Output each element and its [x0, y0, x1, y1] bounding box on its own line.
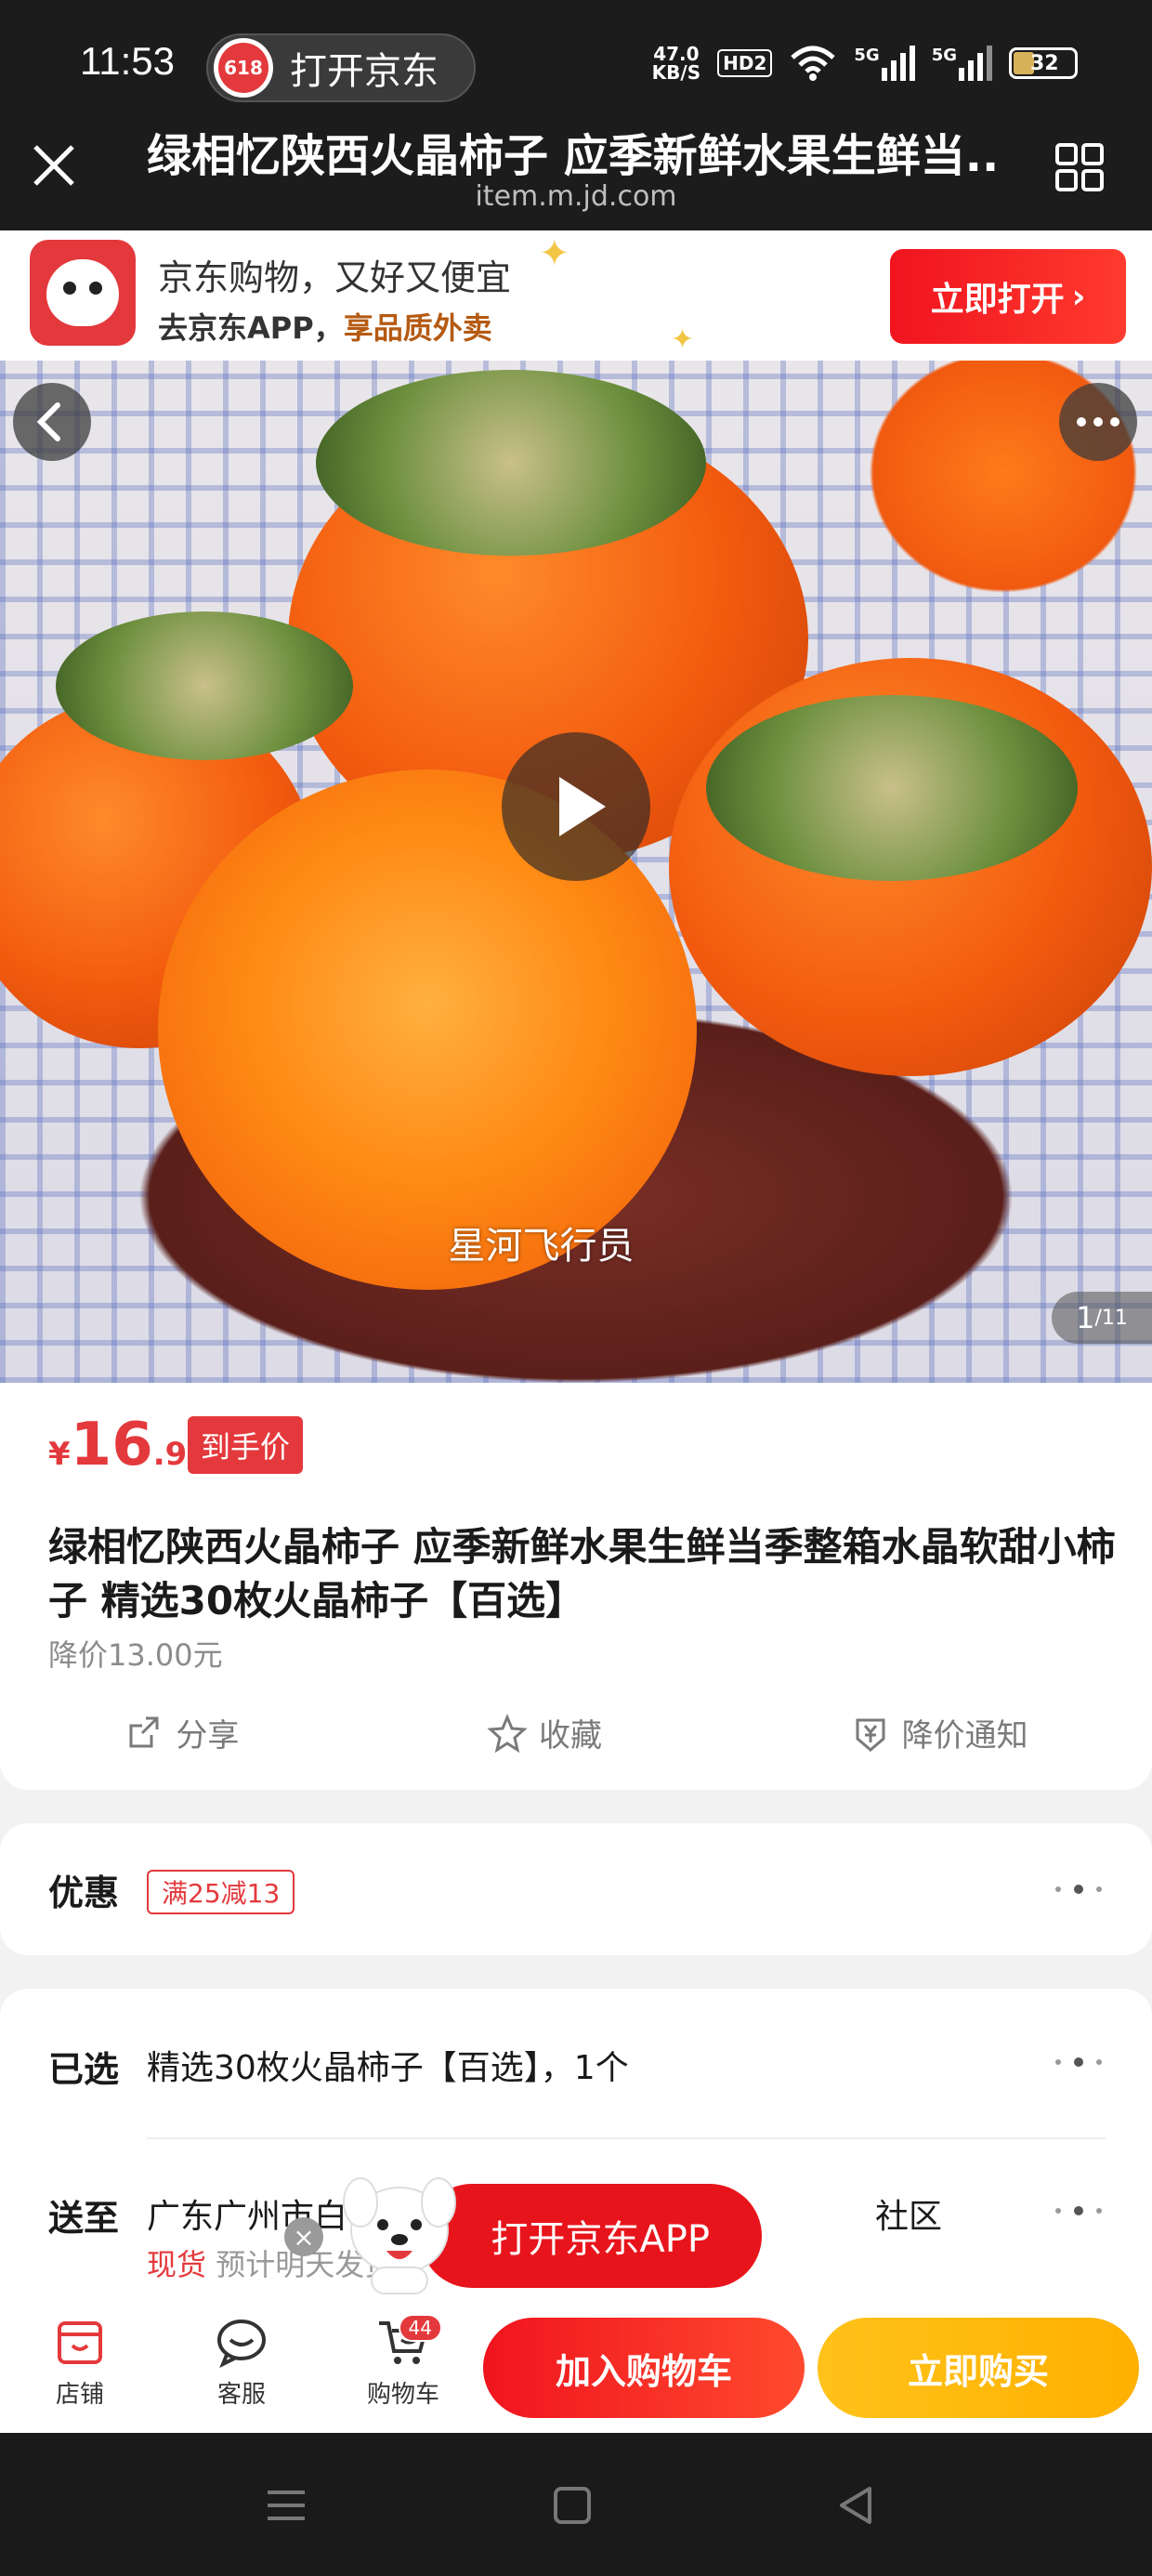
pill-logo-text: 618 [218, 43, 268, 93]
battery-level: 32 [1030, 51, 1059, 75]
status-time: 11:53 [80, 39, 175, 83]
signal-bars-icon [881, 46, 915, 81]
jd-dog-mascot-icon [343, 2177, 456, 2294]
cart-button[interactable]: 购物车 44 [347, 2314, 459, 2410]
final-price-tag: 到手价 [188, 1416, 304, 1474]
more-options-button[interactable] [1059, 383, 1137, 461]
stock-status: 现货 [147, 2247, 207, 2282]
star-icon [487, 1713, 528, 1753]
image-counter-current: 1 [1076, 1300, 1095, 1335]
product-info-card: ¥16.90 到手价 绿相忆陕西火晶柿子 应季新鲜水果生鲜当季整箱水晶软甜小柿子… [0, 1383, 1152, 1790]
browser-header: 11:53 618 打开京东 47.0 KB/S HD2 5G 5G 32 绿相忆… [0, 0, 1152, 230]
shop-icon [58, 2321, 102, 2364]
share-label: 分享 [176, 1717, 240, 1755]
product-title: 绿相忆陕西火晶柿子 应季新鲜水果生鲜当季整箱水晶软甜小柿子 精选30枚火晶柿子【… [48, 1524, 1116, 1623]
open-jd-pill-label: 打开京东 [290, 50, 439, 93]
banner-subline: 去京东APP，享品质外卖 [158, 305, 492, 348]
hd-badge: HD2 [717, 49, 773, 77]
product-image-carousel[interactable]: 星河飞行员 1/11 [0, 361, 1152, 1383]
share-button[interactable]: 分享 [124, 1710, 239, 1755]
home-icon[interactable] [548, 2481, 596, 2530]
price-alert-icon [856, 1718, 885, 1752]
product-price: ¥16.90 [48, 1411, 209, 1479]
favorite-label: 收藏 [538, 1717, 602, 1755]
price-drop-note: 降价13.00元 [48, 1637, 223, 1673]
buy-now-button[interactable]: 立即购买 [818, 2318, 1139, 2418]
jd-dog-logo-icon [30, 240, 136, 346]
signal-bars-icon [959, 46, 992, 81]
open-app-label: 立即打开 [930, 281, 1065, 319]
promotion-row[interactable]: 优惠 满25减13 [0, 1823, 1152, 1955]
back-button[interactable] [13, 383, 91, 461]
status-icons: 47.0 KB/S HD2 5G 5G 32 [652, 45, 1078, 82]
persimmon-leaf-image [706, 695, 1078, 881]
net-speed-unit: KB/S [651, 61, 701, 84]
bottom-action-bar: 店铺 客服 购物车 44 加入购物车 立即购买 [0, 2305, 1152, 2433]
sim2-label: 5G [931, 46, 957, 65]
image-counter-total: /11 [1094, 1306, 1128, 1330]
service-label: 客服 [216, 2381, 266, 2409]
close-floating-ad-button[interactable]: × [284, 2217, 323, 2256]
signal-sim1: 5G [854, 46, 915, 81]
system-nav-bar [0, 2433, 1152, 2576]
selected-spec[interactable]: 精选30枚火晶柿子【百选】，1个 [147, 2041, 629, 2089]
more-dots-icon [1055, 1885, 1102, 1894]
net-speed: 47.0 KB/S [652, 45, 700, 82]
price-integer: 16 [70, 1411, 153, 1479]
open-app-button[interactable]: 立即打开 › [890, 249, 1126, 344]
promotion-label: 优惠 [48, 1873, 120, 1913]
image-watermark: 星河飞行员 [448, 1225, 635, 1268]
shop-button[interactable]: 店铺 [24, 2314, 136, 2410]
add-to-cart-button[interactable]: 加入购物车 [483, 2318, 805, 2418]
persimmon-leaf-image [56, 611, 353, 760]
image-counter: 1/11 [1052, 1292, 1152, 1344]
selected-label: 已选 [48, 2049, 120, 2090]
chevron-right-icon: › [1071, 277, 1086, 316]
sim1-label: 5G [854, 46, 880, 65]
chevron-left-icon [36, 402, 60, 441]
product-actions: 分享 收藏 降价通知 [0, 1710, 1152, 1755]
price-currency: ¥ [48, 1436, 71, 1473]
wifi-icon [791, 46, 836, 81]
play-icon [559, 777, 606, 836]
page-url: item.m.jd.com [475, 180, 677, 213]
chat-icon [217, 2320, 266, 2369]
sparkle-icon: ✦ [539, 232, 570, 275]
favorite-button[interactable]: 收藏 [487, 1710, 602, 1755]
customer-service-button[interactable]: 客服 [186, 2314, 297, 2410]
ship-address-end: 社区 [875, 2198, 943, 2236]
more-dots-icon[interactable] [1055, 2057, 1102, 2067]
open-jd-pill[interactable]: 618 打开京东 [206, 33, 476, 102]
coupon-badge: 满25减13 [147, 1870, 295, 1914]
share-icon [129, 1716, 159, 1747]
ship-to-label: 送至 [48, 2198, 120, 2239]
sparkle-icon: ✦ [671, 323, 695, 356]
cart-count-badge: 44 [398, 2314, 442, 2342]
play-video-button[interactable] [502, 732, 650, 881]
back-icon[interactable] [832, 2481, 881, 2530]
net-speed-value: 47.0 [653, 43, 700, 65]
menu-icon[interactable] [262, 2481, 310, 2530]
persimmon-leaf-image [316, 370, 706, 556]
page-title: 绿相忆陕西火晶柿子 应季新鲜水果生鲜当... [147, 130, 1001, 182]
grid-menu-icon[interactable] [1054, 141, 1106, 193]
banner-subline-highlight: 享品质外卖 [343, 310, 492, 346]
divider [147, 2137, 1106, 2139]
cart-label: 购物车 [366, 2381, 439, 2409]
banner-subline-prefix: 去京东APP， [158, 310, 344, 346]
more-dots-icon[interactable] [1055, 2206, 1102, 2215]
floating-open-app-button[interactable]: 打开京东APP [420, 2184, 762, 2288]
banner-slogan: 京东购物，又好又便宜 [158, 257, 512, 298]
price-alert-button[interactable]: 降价通知 [850, 1710, 1028, 1755]
battery-icon: 32 [1009, 47, 1078, 79]
shop-label: 店铺 [55, 2381, 104, 2409]
app-download-banner[interactable]: 京东购物，又好又便宜 去京东APP，享品质外卖 ✦ ✦ 立即打开 › [0, 230, 1152, 361]
jd-618-logo-icon: 618 [214, 38, 273, 98]
signal-sim2: 5G [932, 46, 992, 81]
price-alert-label: 降价通知 [901, 1717, 1028, 1755]
